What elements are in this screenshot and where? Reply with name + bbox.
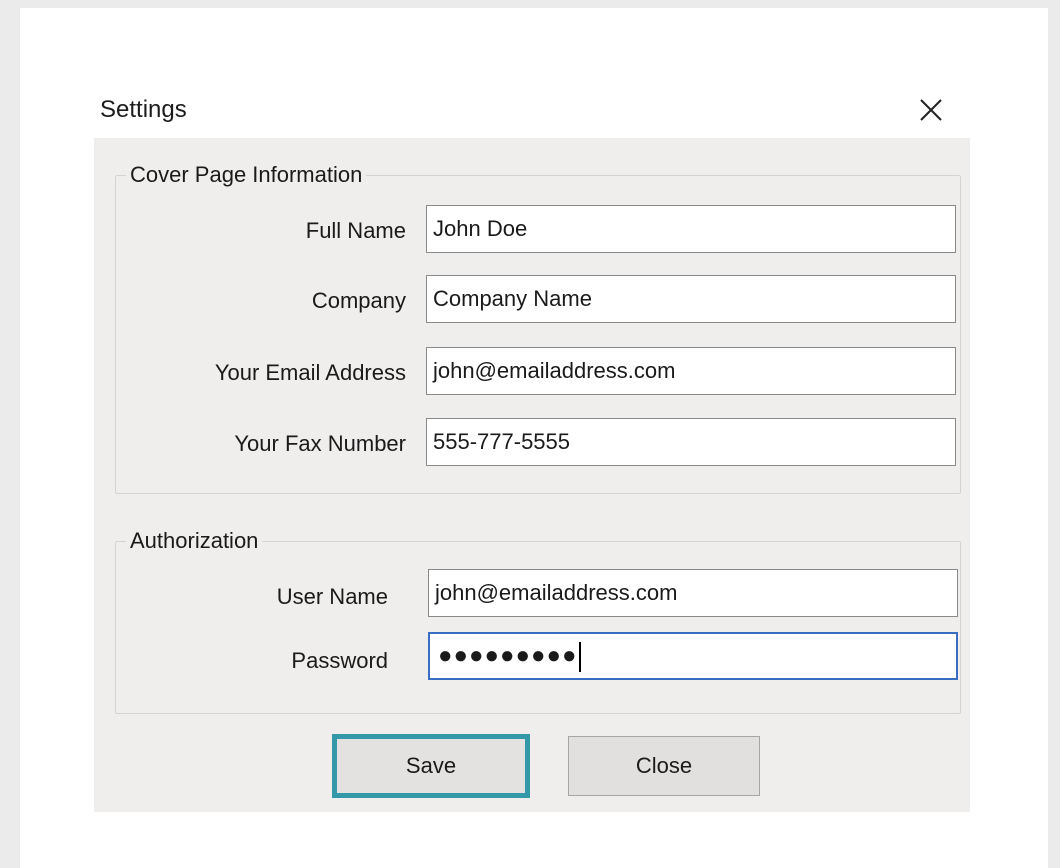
- cover-page-legend: Cover Page Information: [130, 162, 363, 187]
- password-label: Password: [291, 648, 388, 673]
- dialog-body: Cover Page Information Full Name John Do…: [94, 138, 970, 812]
- authorization-group: Authorization: [115, 528, 961, 714]
- fax-label: Your Fax Number: [234, 431, 406, 456]
- user-name-field[interactable]: john@emailaddress.com: [428, 569, 958, 617]
- save-button[interactable]: Save: [332, 734, 530, 798]
- fax-field[interactable]: 555-777-5555: [426, 418, 956, 466]
- password-field[interactable]: ●●●●●●●●●: [428, 632, 958, 680]
- close-icon[interactable]: [915, 94, 947, 126]
- user-name-label: User Name: [276, 584, 388, 609]
- email-label: Your Email Address: [214, 360, 406, 385]
- text-caret: [579, 642, 582, 673]
- settings-dialog: Settings Cover Page Information Full Nam…: [20, 8, 1048, 868]
- full-name-field[interactable]: John Doe: [426, 205, 956, 253]
- company-field[interactable]: Company Name: [426, 275, 956, 323]
- password-mask: ●●●●●●●●●: [438, 642, 578, 669]
- full-name-label: Full Name: [305, 218, 406, 243]
- dialog-title: Settings: [100, 96, 187, 123]
- authorization-legend: Authorization: [130, 528, 259, 553]
- close-button[interactable]: Close: [568, 736, 760, 796]
- email-field[interactable]: john@emailaddress.com: [426, 347, 956, 395]
- company-label: Company: [311, 288, 406, 313]
